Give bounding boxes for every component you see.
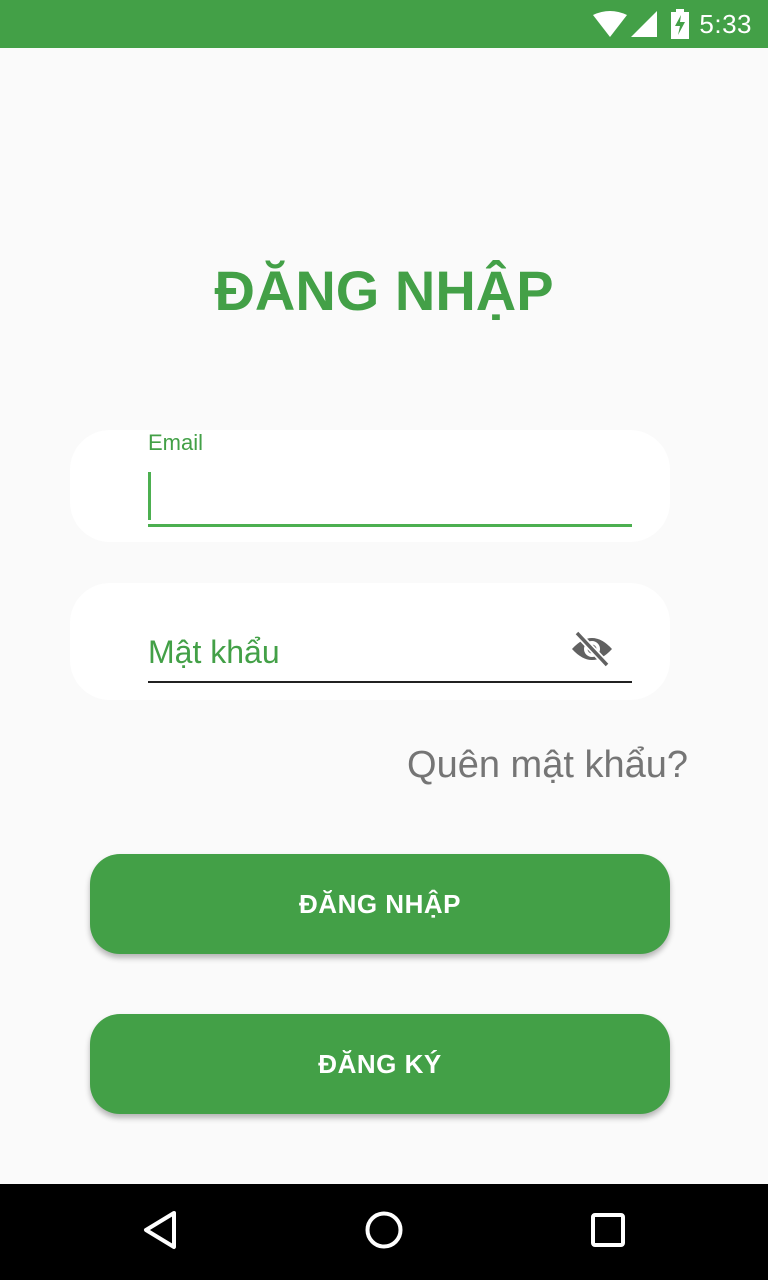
status-bar: 5:33	[0, 0, 768, 48]
email-input[interactable]	[148, 470, 632, 527]
back-button[interactable]	[136, 1208, 184, 1256]
page-title: ĐĂNG NHẬP	[214, 259, 554, 322]
cellular-signal-icon	[631, 11, 658, 37]
home-button[interactable]	[360, 1208, 408, 1256]
forgot-password-link[interactable]: Quên mật khẩu?	[407, 744, 688, 787]
status-icons: 5:33	[593, 0, 752, 48]
recents-button[interactable]	[584, 1208, 632, 1256]
email-field-card: Email	[70, 430, 670, 542]
password-field-card	[70, 583, 670, 700]
password-visibility-toggle[interactable]	[568, 629, 616, 673]
navigation-bar	[0, 1184, 768, 1280]
battery-charging-icon	[671, 9, 690, 39]
home-icon	[364, 1210, 404, 1255]
visibility-off-icon	[570, 630, 614, 672]
login-button[interactable]: ĐĂNG NHẬP	[90, 854, 670, 954]
back-icon	[142, 1210, 178, 1255]
recents-icon	[590, 1212, 626, 1253]
text-caret	[148, 472, 151, 520]
wifi-icon	[593, 11, 628, 37]
email-label: Email	[148, 430, 204, 455]
status-time: 5:33	[699, 8, 752, 39]
register-button[interactable]: ĐĂNG KÝ	[90, 1014, 670, 1114]
password-input[interactable]	[148, 623, 632, 683]
